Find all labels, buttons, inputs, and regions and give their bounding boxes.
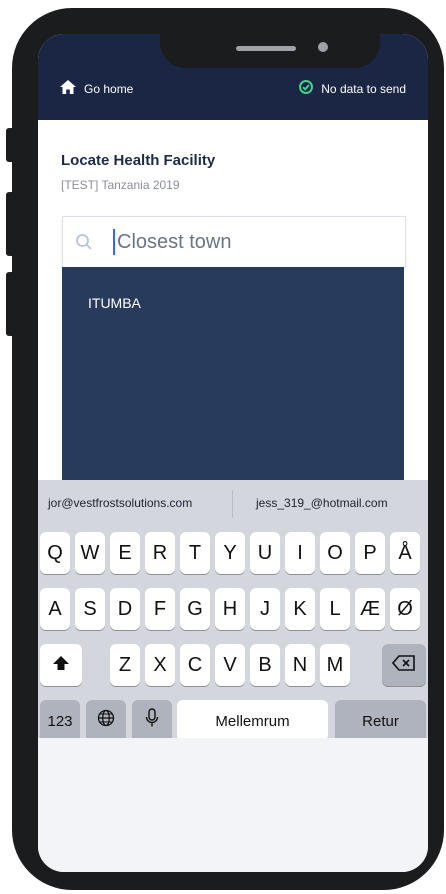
key-p[interactable]: P bbox=[355, 532, 385, 574]
key-z[interactable]: Z bbox=[110, 644, 140, 686]
key-aa[interactable]: Å bbox=[390, 532, 420, 574]
key-b[interactable]: B bbox=[250, 644, 280, 686]
key-s[interactable]: S bbox=[75, 588, 105, 630]
onscreen-keyboard: jor@vestfrostsolutions.com jess_319_@hot… bbox=[38, 480, 428, 872]
status-label: No data to send bbox=[321, 81, 406, 96]
main-content: Locate Health Facility [TEST] Tanzania 2… bbox=[38, 120, 428, 482]
keyboard-bottom-area bbox=[38, 738, 428, 872]
shift-key[interactable] bbox=[40, 644, 82, 686]
numbers-key[interactable]: 123 bbox=[40, 700, 80, 742]
key-m[interactable]: M bbox=[320, 644, 350, 686]
key-l[interactable]: L bbox=[320, 588, 350, 630]
key-i[interactable]: I bbox=[285, 532, 315, 574]
keyboard-suggestion-bar: jor@vestfrostsolutions.com jess_319_@hot… bbox=[38, 480, 428, 526]
space-key[interactable]: Mellemrum bbox=[177, 700, 328, 742]
key-x[interactable]: X bbox=[145, 644, 175, 686]
speaker bbox=[236, 46, 296, 51]
key-j[interactable]: J bbox=[250, 588, 280, 630]
microphone-key[interactable] bbox=[132, 700, 172, 742]
key-d[interactable]: D bbox=[110, 588, 140, 630]
shift-icon bbox=[52, 654, 70, 677]
key-v[interactable]: V bbox=[215, 644, 245, 686]
globe-key[interactable] bbox=[86, 700, 126, 742]
text-cursor bbox=[113, 229, 115, 255]
key-f[interactable]: F bbox=[145, 588, 175, 630]
go-home-button[interactable]: Go home bbox=[60, 80, 133, 97]
closest-town-input[interactable] bbox=[117, 229, 387, 255]
key-k[interactable]: K bbox=[285, 588, 315, 630]
key-ae[interactable]: Æ bbox=[355, 588, 385, 630]
key-h[interactable]: H bbox=[215, 588, 245, 630]
phone-screen: Go home No data to send Locate Health Fa… bbox=[38, 34, 428, 872]
key-e[interactable]: E bbox=[110, 532, 140, 574]
camera bbox=[318, 42, 328, 52]
suggestion-email-2[interactable]: jess_319_@hotmail.com bbox=[256, 496, 388, 510]
page-subtitle: [TEST] Tanzania 2019 bbox=[61, 178, 180, 192]
key-y[interactable]: Y bbox=[215, 532, 245, 574]
check-circle-icon bbox=[299, 80, 321, 97]
key-w[interactable]: W bbox=[75, 532, 105, 574]
suggestion-email-1[interactable]: jor@vestfrostsolutions.com bbox=[48, 496, 192, 510]
backspace-icon bbox=[391, 654, 416, 677]
key-u[interactable]: U bbox=[250, 532, 280, 574]
key-o[interactable]: O bbox=[320, 532, 350, 574]
key-c[interactable]: C bbox=[180, 644, 210, 686]
notch bbox=[160, 34, 380, 68]
home-icon bbox=[60, 80, 84, 97]
key-r[interactable]: R bbox=[145, 532, 175, 574]
key-n[interactable]: N bbox=[285, 644, 315, 686]
suggestion-divider bbox=[232, 490, 233, 518]
key-q[interactable]: Q bbox=[40, 532, 70, 574]
suggestion-dropdown: ITUMBA bbox=[62, 267, 404, 482]
key-g[interactable]: G bbox=[180, 588, 210, 630]
key-oe[interactable]: Ø bbox=[390, 588, 420, 630]
microphone-icon bbox=[145, 708, 159, 734]
key-a[interactable]: A bbox=[40, 588, 70, 630]
key-t[interactable]: T bbox=[180, 532, 210, 574]
dropdown-option-itumba[interactable]: ITUMBA bbox=[88, 295, 141, 311]
go-home-label: Go home bbox=[84, 81, 134, 96]
backspace-key[interactable] bbox=[382, 644, 426, 686]
page-title: Locate Health Facility bbox=[61, 152, 216, 169]
globe-icon bbox=[97, 709, 115, 733]
search-box[interactable] bbox=[62, 216, 406, 268]
return-key[interactable]: Retur bbox=[335, 700, 426, 742]
sync-status: No data to send bbox=[299, 80, 406, 97]
